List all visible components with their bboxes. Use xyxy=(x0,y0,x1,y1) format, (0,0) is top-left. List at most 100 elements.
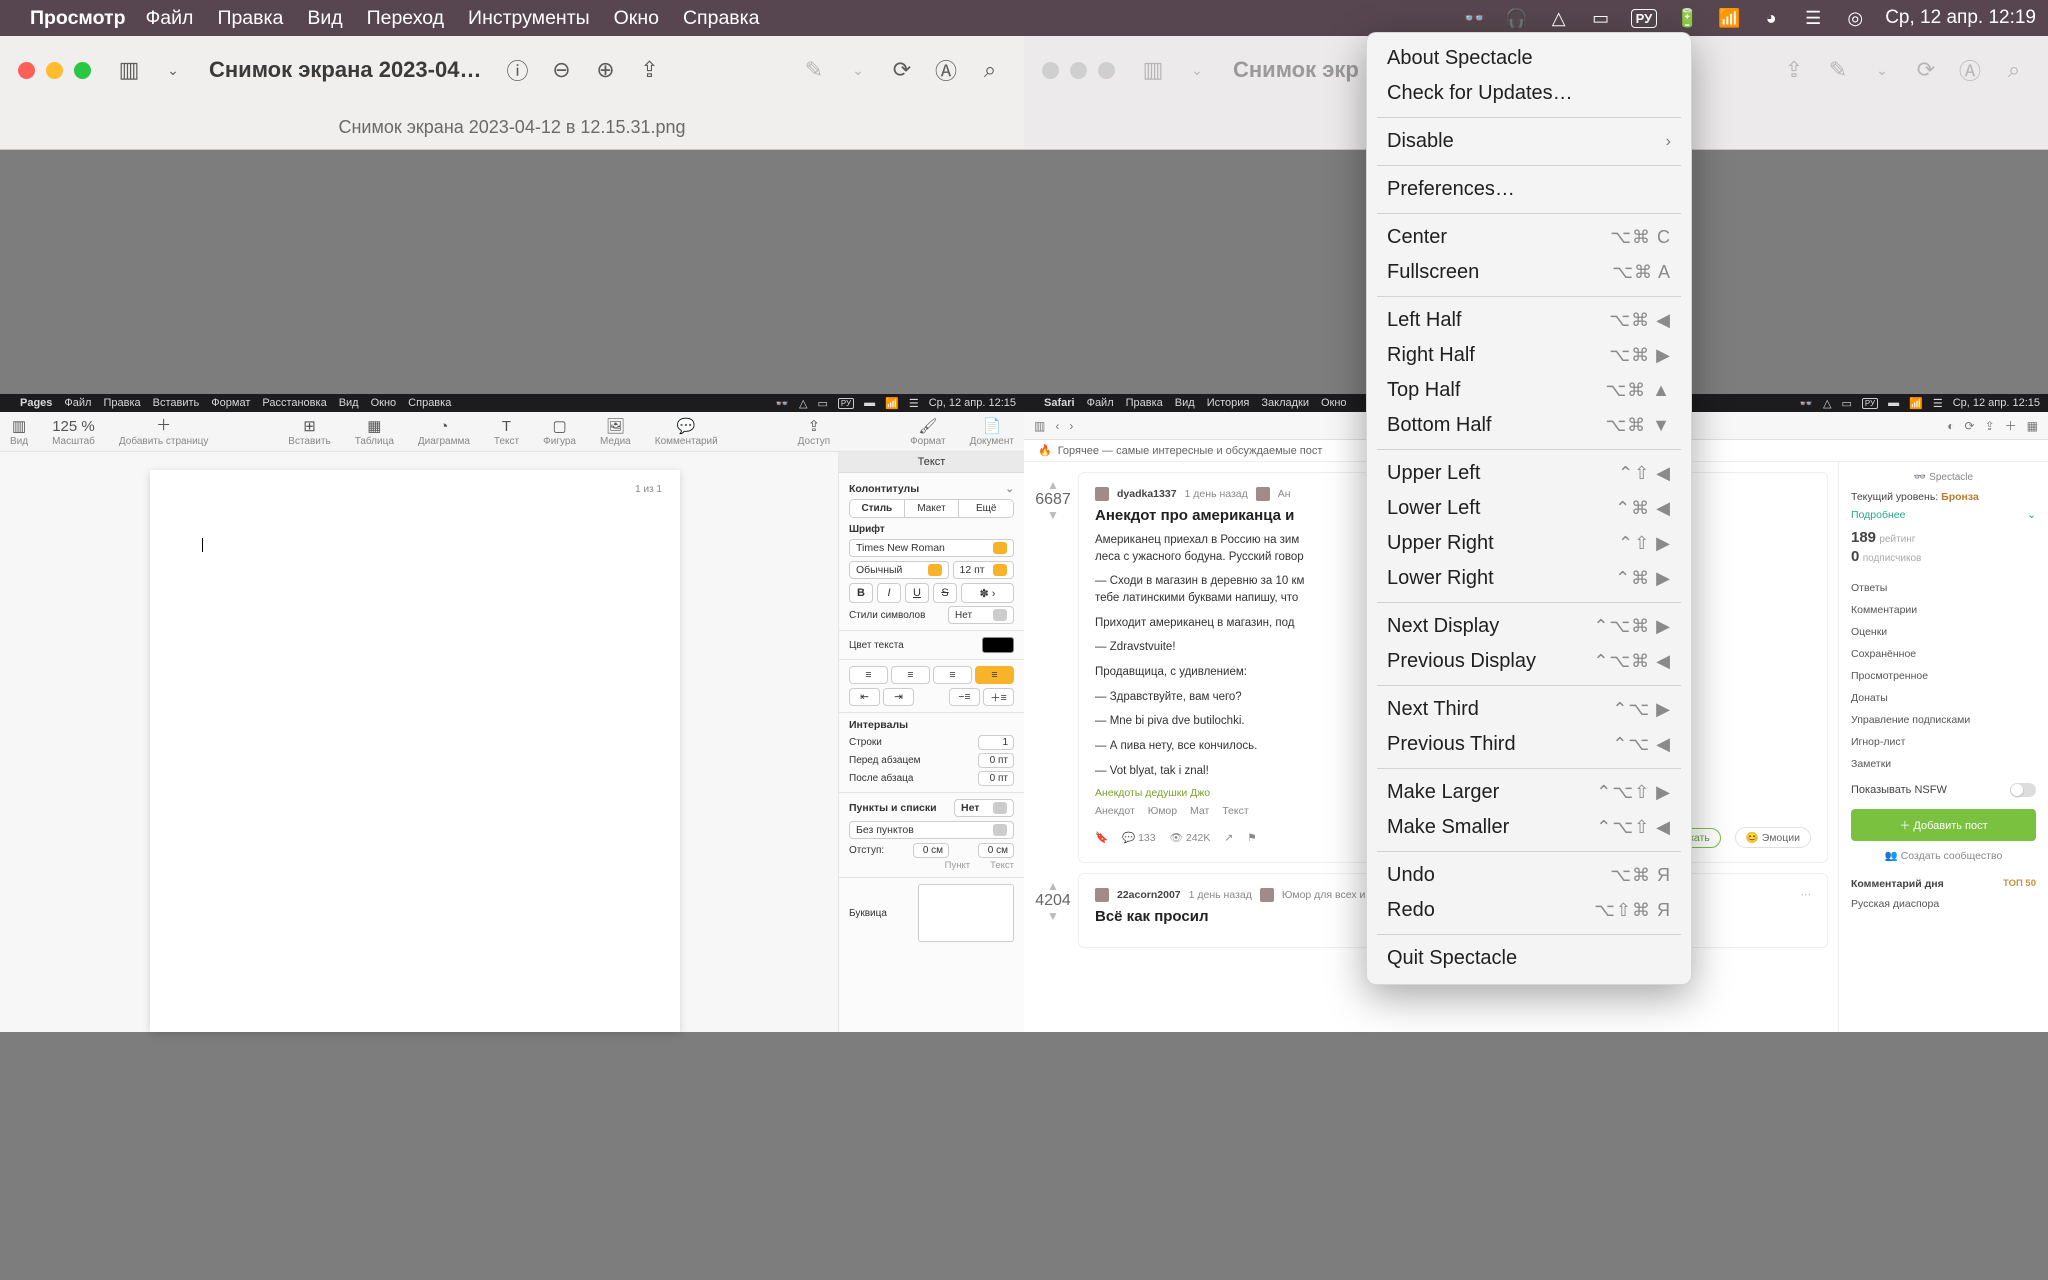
control-center-icon[interactable]: ☰ xyxy=(1801,9,1825,27)
menu-go[interactable]: Переход xyxy=(367,7,444,30)
italic-button: I xyxy=(877,583,901,603)
share-icon[interactable]: ⇪ xyxy=(1778,54,1810,86)
siri-icon[interactable]: ◎ xyxy=(1843,9,1867,27)
menu-item[interactable]: Make Smaller⌃⌥⇧ ◀ xyxy=(1367,810,1691,845)
before-label: Перед абзацем xyxy=(849,755,921,766)
spectacle-icon[interactable]: 👓 xyxy=(1463,9,1487,27)
menu-item[interactable]: Previous Third⌃⌥ ◀ xyxy=(1367,727,1691,762)
weight-select: Обычный xyxy=(849,561,949,579)
highlight-menu-icon[interactable]: ⌄ xyxy=(842,54,874,86)
menu-item[interactable]: Upper Left⌃⇧ ◀ xyxy=(1367,456,1691,491)
menu-help[interactable]: Справка xyxy=(683,7,760,30)
indent-icon: ⇥ xyxy=(883,688,914,706)
highlight-menu-icon[interactable]: ⌄ xyxy=(1866,54,1898,86)
rotate-icon[interactable]: ⟳ xyxy=(1910,54,1942,86)
outdent-icon: ⇤ xyxy=(849,688,880,706)
mini-menu: Расстановка xyxy=(262,397,326,409)
menu-edit[interactable]: Правка xyxy=(217,7,283,30)
display-icon[interactable]: ▭ xyxy=(1589,9,1613,27)
forward-icon: › xyxy=(1069,419,1073,433)
search-icon[interactable]: ⌕ xyxy=(1998,54,2030,86)
menu-item[interactable]: Preferences… xyxy=(1367,172,1691,207)
menu-item[interactable]: Center⌥⌘ C xyxy=(1367,220,1691,255)
inspector-title: Текст xyxy=(839,452,1024,473)
mini-app-safari: Safari xyxy=(1044,397,1075,409)
keyboard-shortcut: ⌃⌥ ▶ xyxy=(1612,699,1671,720)
menu-file[interactable]: Файл xyxy=(145,7,193,30)
menu-item[interactable]: Undo⌥⌘ Я xyxy=(1367,858,1691,893)
tb-view: ▥Вид xyxy=(10,417,28,447)
text-cursor xyxy=(202,538,203,552)
menu-item[interactable]: Make Larger⌃⌥⇧ ▶ xyxy=(1367,775,1691,810)
close-button[interactable] xyxy=(1042,62,1059,79)
keyboard-shortcut: ⌥⌘ C xyxy=(1610,227,1671,248)
menu-window[interactable]: Окно xyxy=(614,7,659,30)
battery-icon[interactable]: 🔋 xyxy=(1675,9,1699,27)
zoom-in-icon[interactable]: ⊕ xyxy=(589,54,621,86)
minimize-button[interactable] xyxy=(1070,62,1087,79)
app-name[interactable]: Просмотр xyxy=(30,7,125,30)
sidebar-toggle-icon[interactable]: ▥ xyxy=(1137,54,1169,86)
sidebar-menu-chevron-icon[interactable]: ⌄ xyxy=(157,54,189,86)
menu-item[interactable]: Lower Left⌃⌘ ◀ xyxy=(1367,491,1691,526)
font-select: Times New Roman xyxy=(849,539,1014,557)
pie-icon[interactable]: ◕ xyxy=(1759,9,1783,27)
tb-comment: 💬Комментарий xyxy=(655,417,718,447)
menu-item[interactable]: About Spectacle xyxy=(1367,41,1691,76)
display-icon: ▭ xyxy=(1841,397,1851,410)
add-post-button: ＋ Добавить пост xyxy=(1851,809,2036,841)
menu-item[interactable]: Next Display⌃⌥⌘ ▶ xyxy=(1367,609,1691,644)
wifi-icon: 📶 xyxy=(1909,397,1923,410)
align-right-icon: ≡ xyxy=(933,666,972,684)
menu-item[interactable]: Fullscreen⌥⌘ A xyxy=(1367,255,1691,290)
triangle-icon[interactable]: △ xyxy=(1547,9,1571,27)
keyboard-shortcut: ⌃⇧ ▶ xyxy=(1618,533,1671,554)
wifi-icon[interactable]: 📶 xyxy=(1717,9,1741,27)
menu-view[interactable]: Вид xyxy=(307,7,342,30)
menu-item[interactable]: Upper Right⌃⇧ ▶ xyxy=(1367,526,1691,561)
menu-item-label: Make Larger xyxy=(1387,781,1499,804)
sidebar-toggle-icon[interactable]: ▥ xyxy=(113,54,145,86)
menu-item[interactable]: Previous Display⌃⌥⌘ ◀ xyxy=(1367,644,1691,679)
menu-item[interactable]: Top Half⌥⌘ ▲ xyxy=(1367,373,1691,408)
markup-icon[interactable]: Ⓐ xyxy=(930,54,962,86)
spectacle-menu[interactable]: About SpectacleCheck for Updates… Disable… xyxy=(1366,32,1692,985)
menu-item[interactable]: Bottom Half⌥⌘ ▼ xyxy=(1367,408,1691,443)
menu-item[interactable]: Check for Updates… xyxy=(1367,76,1691,111)
zoom-button[interactable] xyxy=(1098,62,1115,79)
zoom-button[interactable] xyxy=(74,62,91,79)
highlight-icon[interactable]: ✎ xyxy=(1822,54,1854,86)
menu-item[interactable]: Next Third⌃⌥ ▶ xyxy=(1367,692,1691,727)
airpods-icon[interactable]: 🎧 xyxy=(1505,9,1529,27)
markup-icon[interactable]: Ⓐ xyxy=(1954,54,1986,86)
traffic-lights xyxy=(18,62,91,79)
menu-item-label: Fullscreen xyxy=(1387,261,1479,284)
highlight-icon[interactable]: ✎ xyxy=(798,54,830,86)
bullets-label: Пункты и списки xyxy=(849,802,937,814)
zoom-out-icon[interactable]: ⊖ xyxy=(545,54,577,86)
menu-item[interactable]: Right Half⌥⌘ ▶ xyxy=(1367,338,1691,373)
info-icon[interactable]: ⓘ xyxy=(501,54,533,86)
tb-media: 🖼Медиа xyxy=(600,417,631,447)
sidebar-menu-chevron-icon[interactable]: ⌄ xyxy=(1181,54,1213,86)
input-lang[interactable]: РУ xyxy=(1631,9,1658,28)
search-icon[interactable]: ⌕ xyxy=(974,54,1006,86)
minimize-button[interactable] xyxy=(46,62,63,79)
menu-tools[interactable]: Инструменты xyxy=(468,7,590,30)
menu-item[interactable]: Quit Spectacle xyxy=(1367,941,1691,976)
menu-item[interactable]: Left Half⌥⌘ ◀ xyxy=(1367,303,1691,338)
nav-comments: Комментарии xyxy=(1851,599,2036,621)
menu-item[interactable]: Redo⌥⇧⌘ Я xyxy=(1367,893,1691,928)
rotate-icon[interactable]: ⟳ xyxy=(886,54,918,86)
sidebar-header: 👓 Spectacle xyxy=(1851,472,2036,483)
menu-item-label: Undo xyxy=(1387,864,1435,887)
rating-stat: 189 рейтинг xyxy=(1851,529,2036,546)
menu-item[interactable]: Lower Right⌃⌘ ▶ xyxy=(1367,561,1691,596)
tb-shape: ▢Фигура xyxy=(543,417,576,447)
share-icon[interactable]: ⇪ xyxy=(633,54,665,86)
traffic-lights-inactive xyxy=(1042,62,1115,79)
menu-separator xyxy=(1377,768,1681,769)
close-button[interactable] xyxy=(18,62,35,79)
menu-item[interactable]: Disable› xyxy=(1367,124,1691,159)
menubar-clock[interactable]: Ср, 12 апр. 12:19 xyxy=(1885,7,2036,29)
